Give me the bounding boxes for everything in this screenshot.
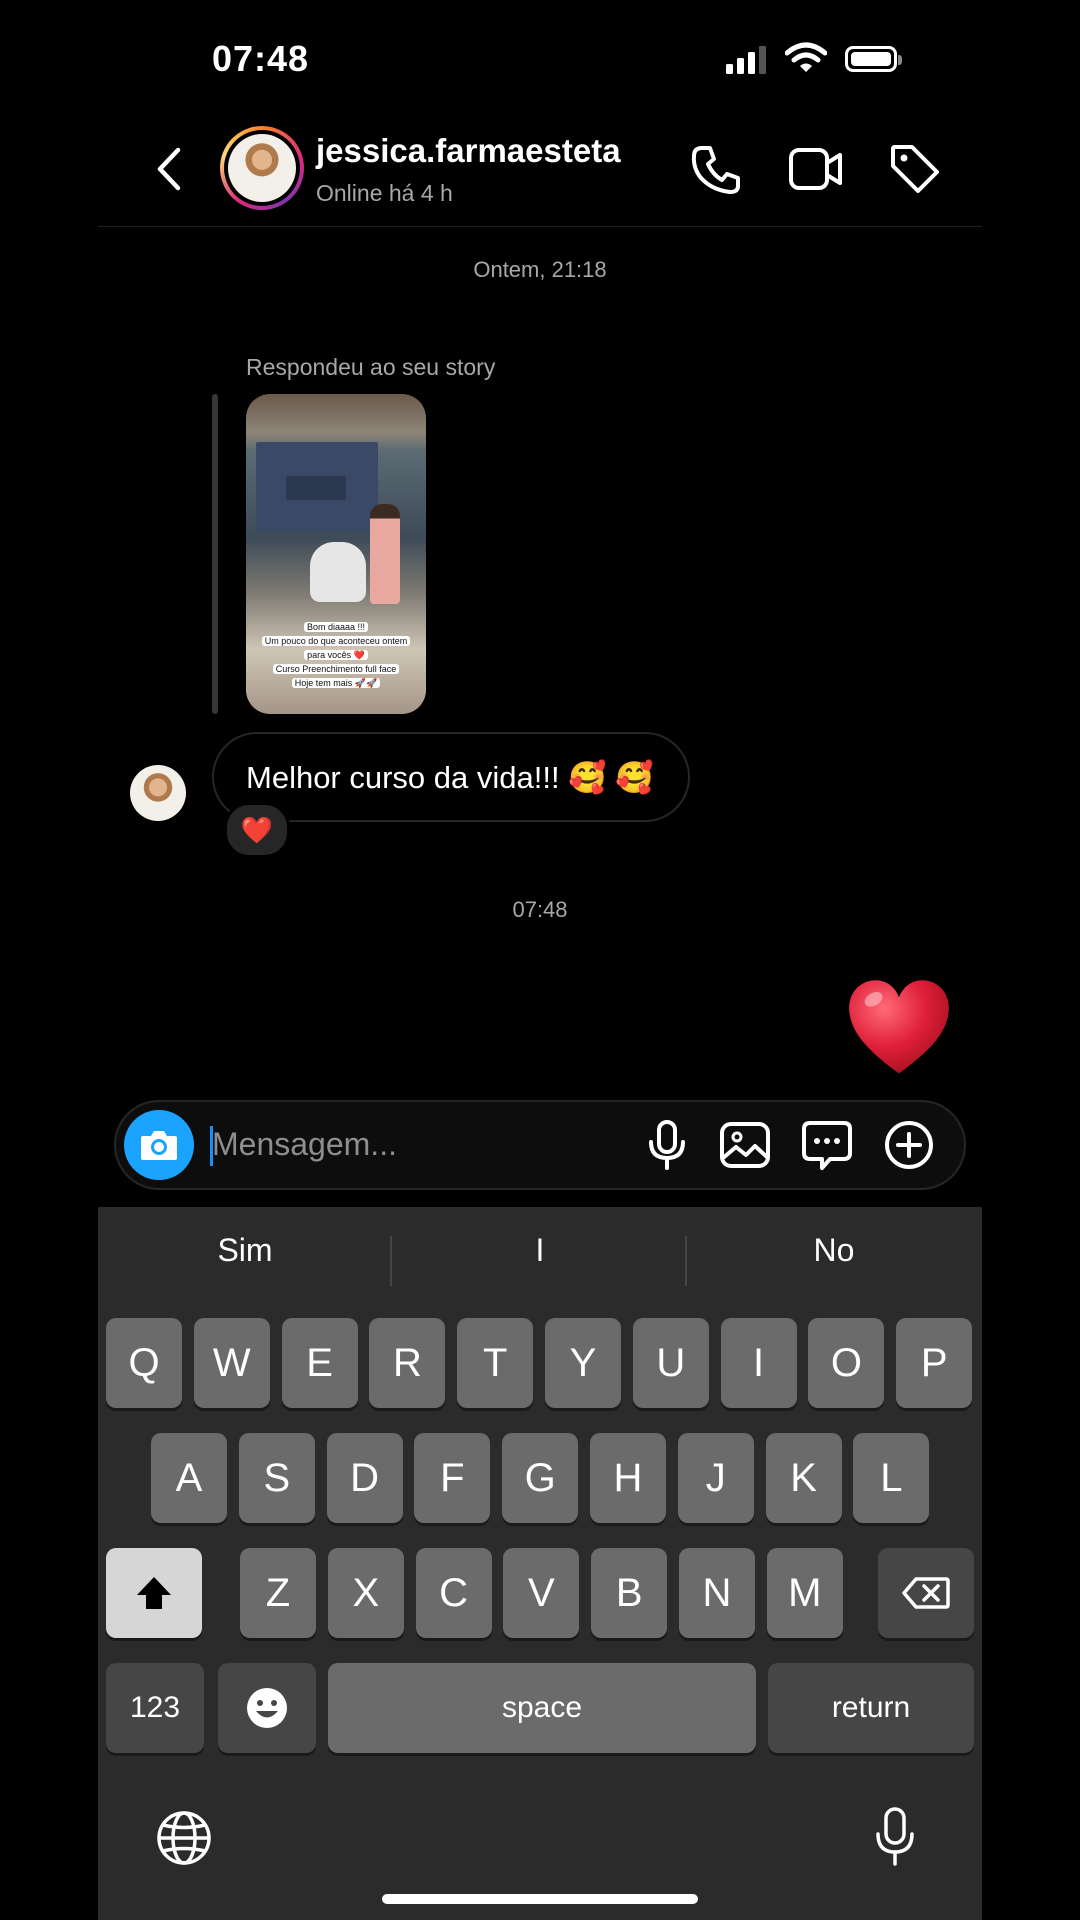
timestamp: Ontem, 21:18 xyxy=(473,257,607,282)
key-y[interactable]: Y xyxy=(545,1318,621,1408)
suggestion[interactable]: I xyxy=(400,1232,680,1269)
key-m[interactable]: M xyxy=(766,1548,843,1638)
space-key[interactable]: space xyxy=(328,1663,756,1753)
story-reply-label: Respondeu ao seu story xyxy=(246,354,496,380)
story-thumbnail[interactable]: Bom diaaaa !!! Um pouco do que aconteceu… xyxy=(246,394,426,714)
key-g[interactable]: G xyxy=(502,1433,579,1523)
dictation-icon[interactable] xyxy=(872,1806,918,1868)
key-b[interactable]: B xyxy=(591,1548,668,1638)
plus-icon[interactable] xyxy=(882,1118,936,1172)
battery-icon xyxy=(845,46,902,72)
key-h[interactable]: H xyxy=(590,1433,666,1523)
key-k[interactable]: K xyxy=(765,1433,842,1523)
camera-icon xyxy=(141,1131,177,1160)
header-divider xyxy=(98,226,982,227)
key-c[interactable]: C xyxy=(415,1548,492,1638)
key-u[interactable]: U xyxy=(632,1318,709,1408)
gallery-icon[interactable] xyxy=(718,1118,772,1172)
profile-avatar[interactable] xyxy=(220,126,304,210)
shift-arrow-icon xyxy=(137,1577,171,1609)
numbers-key[interactable]: 123 xyxy=(106,1663,204,1753)
story-caption: Bom diaaaa !!! Um pouco do que aconteceu… xyxy=(246,620,426,690)
key-j[interactable]: J xyxy=(677,1433,754,1523)
sent-heart-emoji[interactable] xyxy=(846,976,952,1082)
tag-icon[interactable] xyxy=(888,142,942,196)
key-t[interactable]: T xyxy=(457,1318,534,1408)
backspace-icon xyxy=(902,1577,950,1609)
message-text: Melhor curso da vida!!! 🥰 🥰 xyxy=(246,759,655,795)
key-f[interactable]: F xyxy=(414,1433,491,1523)
story-attendee xyxy=(310,542,366,602)
key-q[interactable]: Q xyxy=(106,1318,182,1408)
key-x[interactable]: X xyxy=(327,1548,404,1638)
key-v[interactable]: V xyxy=(503,1548,580,1638)
key-o[interactable]: O xyxy=(808,1318,885,1408)
video-call-icon[interactable] xyxy=(788,144,844,194)
emoji-icon xyxy=(247,1688,287,1728)
shift-key[interactable] xyxy=(106,1548,202,1638)
contact-username[interactable]: jessica.farmaesteta xyxy=(316,132,621,170)
key-s[interactable]: S xyxy=(238,1433,315,1523)
key-d[interactable]: D xyxy=(326,1433,403,1523)
key-a[interactable]: A xyxy=(151,1433,227,1523)
reply-indicator-bar xyxy=(212,394,218,714)
timestamp: 07:48 xyxy=(512,897,568,922)
return-key[interactable]: return xyxy=(768,1663,974,1753)
key-i[interactable]: I xyxy=(720,1318,797,1408)
home-indicator[interactable] xyxy=(382,1894,698,1904)
delete-key[interactable] xyxy=(878,1548,974,1638)
key-z[interactable]: Z xyxy=(240,1548,316,1638)
back-icon[interactable] xyxy=(152,146,186,192)
sticker-chat-icon[interactable] xyxy=(800,1118,854,1172)
key-e[interactable]: E xyxy=(281,1318,358,1408)
key-n[interactable]: N xyxy=(679,1548,755,1638)
suggestion[interactable]: Sim xyxy=(105,1232,385,1269)
key-l[interactable]: L xyxy=(853,1433,930,1523)
signal-icon xyxy=(726,46,766,74)
contact-status: Online há 4 h xyxy=(316,180,453,206)
message-bubble[interactable]: Melhor curso da vida!!! 🥰 🥰 xyxy=(212,732,691,822)
message-input[interactable]: Mensagem... xyxy=(212,1126,397,1163)
suggestion-divider xyxy=(685,1236,687,1286)
key-p[interactable]: P xyxy=(896,1318,973,1408)
heart-reaction[interactable]: ❤️ xyxy=(224,802,290,858)
key-w[interactable]: W xyxy=(193,1318,270,1408)
wifi-icon xyxy=(785,42,827,72)
story-projection-screen xyxy=(256,442,378,532)
globe-icon[interactable] xyxy=(156,1810,212,1866)
microphone-icon[interactable] xyxy=(640,1118,694,1172)
sender-avatar[interactable] xyxy=(130,765,186,821)
camera-button[interactable] xyxy=(124,1110,194,1180)
emoji-key[interactable] xyxy=(218,1663,316,1753)
suggestion-divider xyxy=(390,1236,392,1286)
key-r[interactable]: R xyxy=(369,1318,446,1408)
story-presenter xyxy=(370,504,400,604)
phone-icon[interactable] xyxy=(688,142,744,198)
status-time: 07:48 xyxy=(212,38,310,79)
suggestion[interactable]: No xyxy=(694,1232,974,1269)
